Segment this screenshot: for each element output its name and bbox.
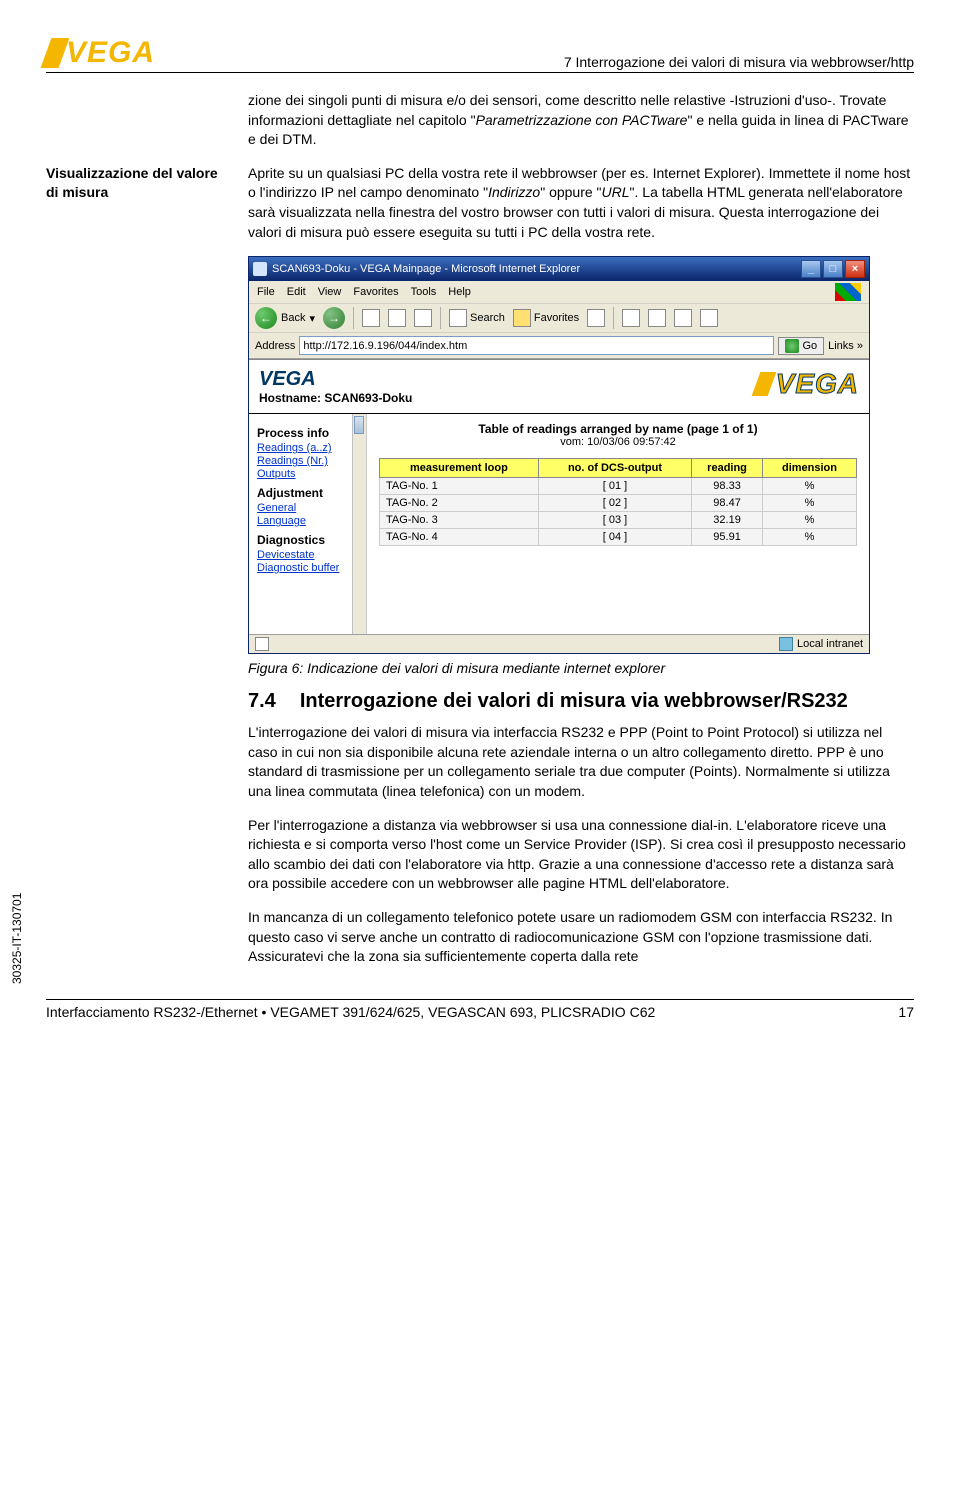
menu-file[interactable]: File (257, 286, 275, 298)
sidebar-link-diagbuffer[interactable]: Diagnostic buffer (257, 562, 362, 574)
readings-table-title: Table of readings arranged by name (page… (379, 422, 857, 436)
home-icon[interactable] (414, 309, 432, 327)
sidebar-link-general[interactable]: General (257, 502, 362, 514)
print-icon[interactable] (648, 309, 666, 327)
page-footer: Interfacciamento RS232-/Ethernet • VEGAM… (46, 999, 914, 1020)
section-74-para-1: L'interrogazione dei valori di misura vi… (248, 723, 914, 801)
ie-menu-bar: File Edit View Favorites Tools Help (249, 281, 869, 304)
table-row: TAG-No. 1[ 01 ]98.33% (380, 478, 857, 495)
footer-text: Interfacciamento RS232-/Ethernet • VEGAM… (46, 1004, 655, 1020)
content-vega-logo: VEGA (259, 368, 412, 391)
table-row: TAG-No. 2[ 02 ]98.47% (380, 495, 857, 512)
section-74-para-2: Per l'interrogazione a distanza via webb… (248, 816, 914, 894)
favorites-button[interactable]: Favorites (513, 309, 579, 327)
th-dimension: dimension (762, 459, 856, 478)
discuss-icon[interactable] (700, 309, 718, 327)
th-reading: reading (692, 459, 763, 478)
readings-table-date: vom: 10/03/06 09:57:42 (379, 436, 857, 448)
page-header: VEGA 7 Interrogazione dei valori di misu… (46, 36, 914, 73)
address-input[interactable] (299, 336, 774, 355)
links-button[interactable]: Links » (828, 340, 863, 352)
menu-edit[interactable]: Edit (287, 286, 306, 298)
ie-toolbar: ← Back ▾ → Search Favorites (249, 304, 869, 333)
search-icon (449, 309, 467, 327)
edit-icon[interactable] (674, 309, 692, 327)
margin-heading: Visualizzazione del valore di misura (46, 164, 234, 202)
windows-flag-icon (835, 283, 861, 301)
minimize-button[interactable]: _ (801, 260, 821, 278)
go-icon (785, 339, 799, 353)
sidebar-link-readings-az[interactable]: Readings (a..z) (257, 442, 362, 454)
table-row: TAG-No. 4[ 04 ]95.91% (380, 529, 857, 546)
close-button[interactable]: × (845, 260, 865, 278)
refresh-icon[interactable] (388, 309, 406, 327)
readings-table: measurement loop no. of DCS-output readi… (379, 458, 857, 546)
sidebar-group-diagnostics: Diagnostics (257, 533, 362, 547)
ie-sidebar: Process info Readings (a..z) Readings (N… (249, 414, 367, 634)
ie-window-title: SCAN693-Doku - VEGA Mainpage - Microsoft… (272, 263, 580, 275)
sidebar-group-process: Process info (257, 426, 362, 440)
th-dcs-output: no. of DCS-output (538, 459, 691, 478)
mail-icon[interactable] (622, 309, 640, 327)
ie-address-bar: Address Go Links » (249, 333, 869, 359)
zone-icon (779, 637, 793, 651)
address-label: Address (255, 340, 295, 352)
menu-help[interactable]: Help (448, 286, 471, 298)
back-button[interactable]: ← Back ▾ (255, 307, 315, 329)
vega-logo: VEGA (46, 36, 155, 70)
th-measurement-loop: measurement loop (380, 459, 539, 478)
menu-favorites[interactable]: Favorites (353, 286, 398, 298)
page-number: 17 (898, 1004, 914, 1020)
search-button[interactable]: Search (449, 309, 505, 327)
menu-tools[interactable]: Tools (411, 286, 437, 298)
content-vega-logo-yellow: VEGA (756, 368, 859, 400)
star-icon (513, 309, 531, 327)
sidebar-link-language[interactable]: Language (257, 515, 362, 527)
zone-label: Local intranet (797, 638, 863, 650)
menu-view[interactable]: View (318, 286, 342, 298)
sidebar-link-devicestate[interactable]: Devicestate (257, 549, 362, 561)
status-left-icon (255, 637, 269, 651)
sidebar-group-adjustment: Adjustment (257, 486, 362, 500)
ie-titlebar: SCAN693-Doku - VEGA Mainpage - Microsoft… (249, 257, 869, 281)
sidebar-link-outputs[interactable]: Outputs (257, 468, 362, 480)
intro-paragraph: zione dei singoli punti di misura e/o de… (248, 91, 914, 150)
ie-window: SCAN693-Doku - VEGA Mainpage - Microsoft… (248, 256, 870, 654)
document-id: 30325-IT-130701 (10, 892, 24, 983)
sidebar-link-readings-nr[interactable]: Readings (Nr.) (257, 455, 362, 467)
history-icon[interactable] (587, 309, 605, 327)
vega-logo-text: VEGA (66, 36, 155, 70)
scrollbar-thumb[interactable] (354, 416, 364, 434)
figure-caption: Figura 6: Indicazione dei valori di misu… (248, 660, 914, 676)
main-paragraph-1: Aprite su un qualsiasi PC della vostra r… (248, 164, 914, 242)
ie-app-icon (253, 262, 267, 276)
section-heading-74: 7.4 Interrogazione dei valori di misura … (248, 690, 914, 713)
maximize-button[interactable]: □ (823, 260, 843, 278)
table-row: TAG-No. 3[ 03 ]32.19% (380, 512, 857, 529)
ie-status-bar: Local intranet (249, 634, 869, 653)
section-74-para-3: In mancanza di un collegamento telefonic… (248, 908, 914, 967)
go-button[interactable]: Go (778, 337, 824, 355)
forward-button[interactable]: → (323, 307, 345, 329)
chapter-title: 7 Interrogazione dei valori di misura vi… (564, 54, 914, 70)
page-content-header: VEGA Hostname: SCAN693-Doku VEGA (249, 360, 869, 414)
stop-icon[interactable] (362, 309, 380, 327)
